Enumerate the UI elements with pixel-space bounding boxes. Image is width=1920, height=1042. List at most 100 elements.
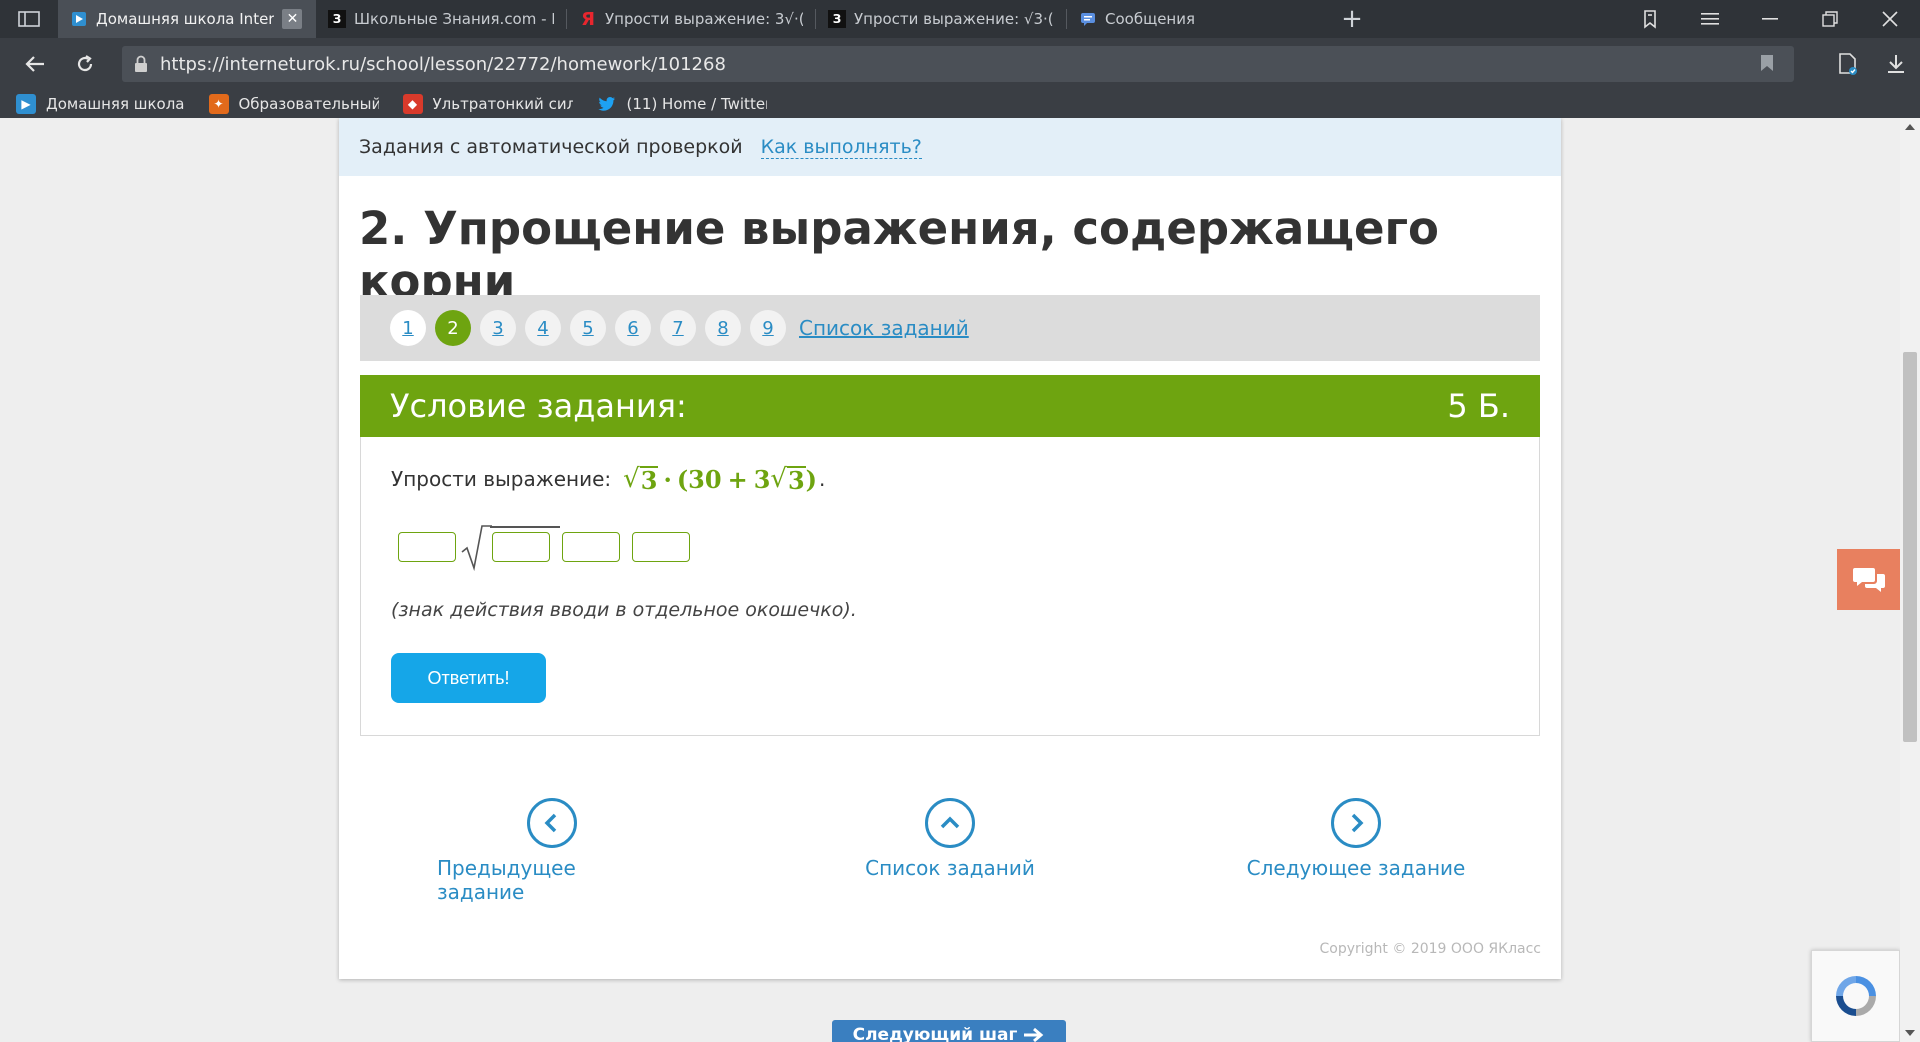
task-header: Условие задания: 5 Б.	[360, 375, 1540, 437]
scrollbar-thumb[interactable]	[1903, 352, 1917, 742]
bookmark-interneturok[interactable]: ▶ Домашняя школа	[16, 94, 185, 114]
twitter-icon	[597, 94, 617, 114]
scroll-up-icon[interactable]	[1905, 124, 1915, 130]
address-bar-actions	[1824, 38, 1920, 90]
task-page-5[interactable]: 5	[570, 310, 606, 346]
tab-close-icon[interactable]: ✕	[282, 9, 303, 29]
chevron-up-icon	[925, 798, 975, 848]
page-scrollbar[interactable]	[1900, 118, 1920, 1042]
url-field[interactable]: https://interneturok.ru/school/lesson/22…	[122, 46, 1794, 82]
task-page-8[interactable]: 8	[705, 310, 741, 346]
znania-icon: З	[328, 10, 346, 28]
tab-messages[interactable]: Сообщения	[1067, 0, 1307, 38]
reload-icon[interactable]	[60, 38, 110, 90]
arrow-right-icon	[1024, 1027, 1044, 1042]
sidebar-toggle-icon[interactable]	[0, 0, 58, 38]
sqrt-d: √ 3	[770, 464, 806, 495]
bookmark-label: (11) Home / Twitter	[626, 95, 767, 113]
window-controls	[1620, 0, 1920, 38]
interneturok-icon: ▶	[16, 94, 36, 114]
lock-icon[interactable]	[122, 55, 160, 73]
next-task-label: Следующее задание	[1246, 856, 1466, 880]
reader-icon[interactable]	[1824, 38, 1872, 90]
task-page-2-current[interactable]: 2	[435, 310, 471, 346]
answer-hint: (знак действия вводи в отдельное окошечк…	[391, 599, 857, 621]
formula-period: .	[819, 467, 826, 491]
scroll-down-icon[interactable]	[1905, 1030, 1915, 1036]
bookmark-label: Образовательный	[238, 95, 379, 113]
task-body: Упрости выражение: √ 3 · ( 30 + 3 √ 3 ) .	[360, 437, 1540, 736]
prev-task-link[interactable]: Предыдущее задание	[437, 798, 667, 904]
how-to-link[interactable]: Как выполнять?	[760, 136, 922, 159]
minimize-icon[interactable]	[1740, 0, 1800, 38]
answer-input-radicand[interactable]	[492, 532, 550, 562]
task-page-9[interactable]: 9	[750, 310, 786, 346]
messages-icon	[1079, 10, 1097, 28]
answer-input-operator[interactable]	[562, 532, 620, 562]
chevron-right-icon	[1331, 798, 1381, 848]
bookmark-manager-icon[interactable]	[1620, 0, 1680, 38]
task-page-1[interactable]: 1	[390, 310, 426, 346]
task-list-nav-link[interactable]: Список заданий	[835, 798, 1065, 880]
task-header-title: Условие задания:	[390, 387, 687, 425]
bookmark-twitter[interactable]: (11) Home / Twitter	[597, 94, 767, 114]
answer-input-coefficient[interactable]	[398, 532, 456, 562]
task-points: 5 Б.	[1447, 387, 1510, 425]
task-page-7[interactable]: 7	[660, 310, 696, 346]
tab-title: Домашняя школа Inter	[96, 10, 275, 28]
homework-card: Задания с автоматической проверкой Как в…	[339, 118, 1561, 979]
task-page-6[interactable]: 6	[615, 310, 651, 346]
back-arrow-icon[interactable]	[10, 38, 60, 90]
auto-check-label: Задания с автоматической проверкой	[359, 136, 743, 158]
problem-formula: √ 3 · ( 30 + 3 √ 3 )	[623, 464, 818, 495]
shield-icon: ◆	[402, 94, 423, 114]
problem-prompt: Упрости выражение:	[391, 467, 612, 491]
tab-interneturok[interactable]: Домашняя школа Inter ✕	[58, 0, 316, 38]
copyright: Copyright © 2019 ООО ЯКласс	[1319, 941, 1541, 957]
bookmark-educational[interactable]: ✦ Образовательный	[208, 94, 379, 114]
sqrt-overline	[490, 526, 560, 528]
sqrt-sign-icon	[461, 525, 492, 572]
restore-icon[interactable]	[1800, 0, 1860, 38]
task-list-link[interactable]: Список заданий	[799, 316, 969, 340]
tab-title: Сообщения	[1105, 10, 1196, 28]
prev-task-label: Предыдущее задание	[437, 856, 576, 904]
bookmark-page-icon[interactable]	[1760, 54, 1774, 76]
page-viewport: Задания с автоматической проверкой Как в…	[0, 118, 1900, 1042]
address-bar: https://interneturok.ru/school/lesson/22…	[0, 38, 1920, 90]
download-icon[interactable]	[1872, 38, 1920, 90]
page-title: 2. Упрощение выражения, содержащего корн…	[359, 202, 1439, 308]
tab-yandex[interactable]: Я Упрости выражение: 3√·(	[567, 0, 815, 38]
yandex-icon: Я	[581, 8, 595, 30]
interneturok-icon	[70, 10, 88, 28]
new-tab-plus-icon[interactable]: +	[1327, 0, 1377, 38]
bookmark-ultrathin[interactable]: ◆ Ультратонкий сил	[402, 94, 573, 114]
tab-znania-2[interactable]: З Упрости выражение: √3·(	[816, 0, 1066, 38]
tab-title: Школьные Знания.com - Г	[354, 10, 554, 28]
next-task-link[interactable]: Следующее задание	[1241, 798, 1471, 880]
browser-tab-bar: Домашняя школа Inter ✕ З Школьные Знания…	[0, 0, 1920, 38]
task-page-3[interactable]: 3	[480, 310, 516, 346]
answer-input-term[interactable]	[632, 532, 690, 562]
menu-icon[interactable]	[1680, 0, 1740, 38]
task-page-4[interactable]: 4	[525, 310, 561, 346]
close-window-icon[interactable]	[1860, 0, 1920, 38]
next-step-label: Следующий шаг	[852, 1025, 1018, 1042]
bird-icon: ✦	[208, 94, 229, 114]
recaptcha-icon	[1835, 976, 1876, 1016]
auto-check-bar: Задания с автоматической проверкой Как в…	[339, 118, 1561, 176]
task-pager: 1 2 3 4 5 6 7 8 9 Список заданий	[360, 295, 1540, 361]
submit-answer-button[interactable]: Ответить!	[391, 653, 546, 703]
sqrt-a: √ 3	[623, 464, 659, 495]
tab-title: Упрости выражение: 3√·(	[605, 10, 803, 28]
bookmark-label: Ультратонкий сил	[432, 95, 573, 113]
chat-button[interactable]	[1837, 549, 1900, 610]
bookmarks-bar: ▶ Домашняя школа ✦ Образовательный ◆ Уль…	[0, 90, 1920, 118]
task-list-nav-label: Список заданий	[865, 856, 1035, 880]
tab-title: Упрости выражение: √3·(	[854, 10, 1054, 28]
chevron-left-icon	[527, 798, 577, 848]
znania-icon: З	[828, 10, 846, 28]
next-step-button[interactable]: Следующий шаг	[832, 1020, 1066, 1042]
tab-znania[interactable]: З Школьные Знания.com - Г	[316, 0, 566, 38]
recaptcha-badge[interactable]	[1811, 950, 1900, 1042]
